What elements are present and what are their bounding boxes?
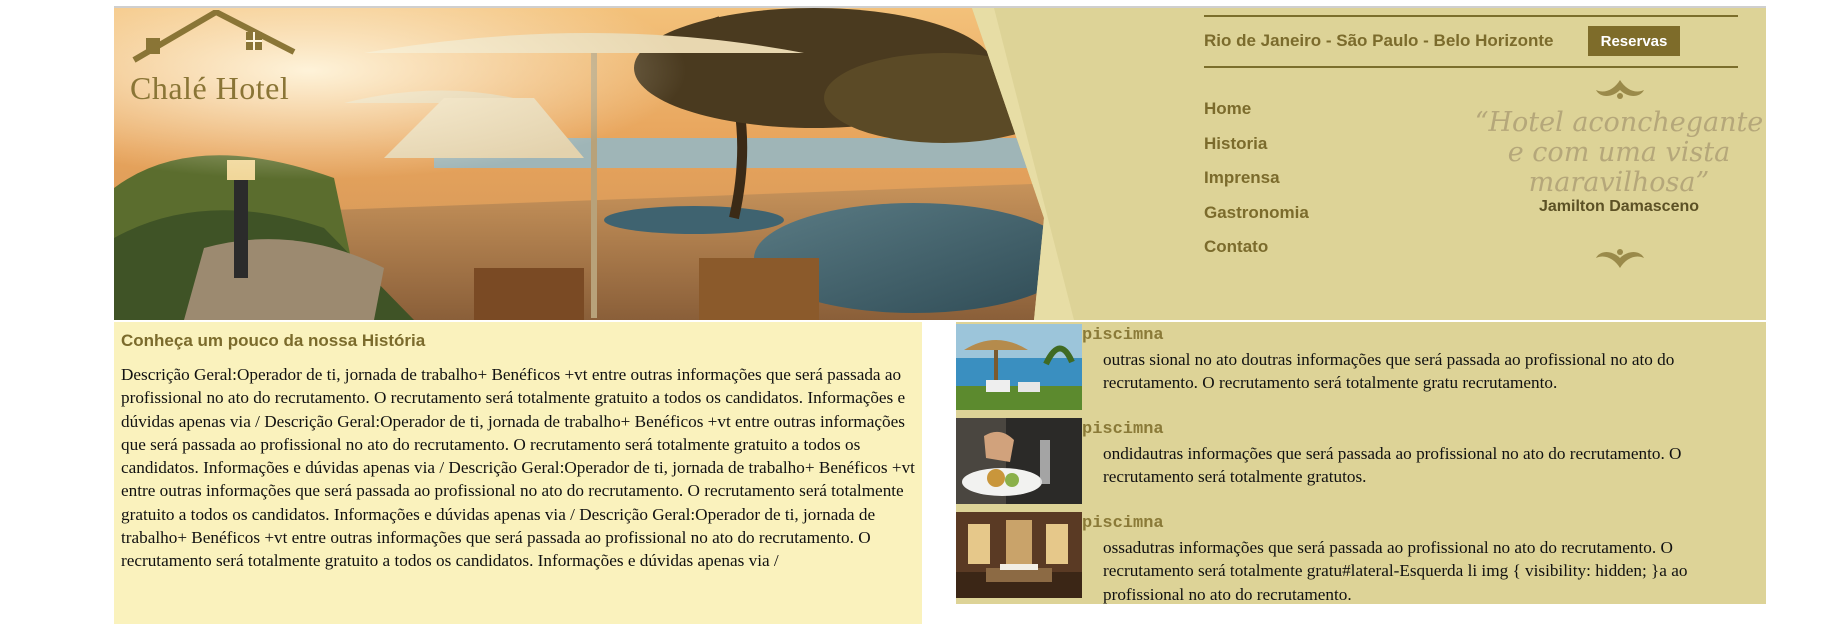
news-text: outras sional no ato doutras informações… (1103, 350, 1675, 393)
page: Chalé Hotel Rio de Janeiro - São Paulo -… (114, 0, 1766, 625)
hotel-logo[interactable]: Chalé Hotel (120, 8, 300, 118)
news-item: piscimna ondidautras informações que ser… (956, 418, 1766, 508)
reservas-button[interactable]: Reservas (1588, 26, 1680, 56)
history-text: Descrição Geral:Operador de ti, jornada … (121, 365, 915, 571)
header-rule-bottom (1204, 66, 1738, 68)
testimonial-quote: “Hotel aconchegante e com uma vista mara… (1474, 107, 1764, 198)
news-text: ondidautras informações que será passada… (1103, 444, 1682, 487)
nav-item-imprensa[interactable]: Imprensa (1204, 169, 1309, 204)
pool-thumbnail[interactable] (956, 324, 1082, 410)
brand-name: Chalé Hotel (130, 70, 290, 106)
nav-item-gastronomia[interactable]: Gastronomia (1204, 203, 1309, 239)
nav-item-contato[interactable]: Contato (1204, 238, 1309, 273)
site-header: Chalé Hotel Rio de Janeiro - São Paulo -… (114, 8, 1766, 320)
history-title: Conheça um pouco da nossa História (121, 331, 426, 350)
news-title[interactable]: piscimna (1082, 326, 1164, 345)
testimonial: “Hotel aconchegante e com uma vista mara… (1474, 76, 1764, 296)
news-text: ossadutras informações que será passada … (1103, 538, 1688, 604)
history-section: Conheça um pouco da nossa História Descr… (114, 322, 922, 624)
news-title[interactable]: piscimna (1082, 514, 1164, 533)
nav-item-historia[interactable]: Historia (1204, 134, 1309, 170)
cities-list: Rio de Janeiro - São Paulo - Belo Horizo… (1204, 31, 1554, 50)
ornament-icon (1596, 249, 1644, 268)
news-item: piscimna ossadutras informações que será… (956, 512, 1766, 604)
house-roof-icon (132, 10, 296, 63)
room-thumbnail[interactable] (956, 512, 1082, 598)
header-rule-top (1204, 15, 1738, 17)
nav-item-home[interactable]: Home (1204, 100, 1309, 135)
news-title[interactable]: piscimna (1082, 420, 1164, 439)
main-nav: Home Historia Imprensa Gastronomia Conta… (1204, 100, 1309, 273)
ornament-icon (1596, 80, 1644, 99)
news-item: piscimna outras sional no ato doutras in… (956, 324, 1766, 414)
news-list: piscimna outras sional no ato doutras in… (956, 322, 1766, 604)
testimonial-author: Jamilton Damasceno (1538, 198, 1700, 215)
dining-thumbnail[interactable] (956, 418, 1082, 504)
